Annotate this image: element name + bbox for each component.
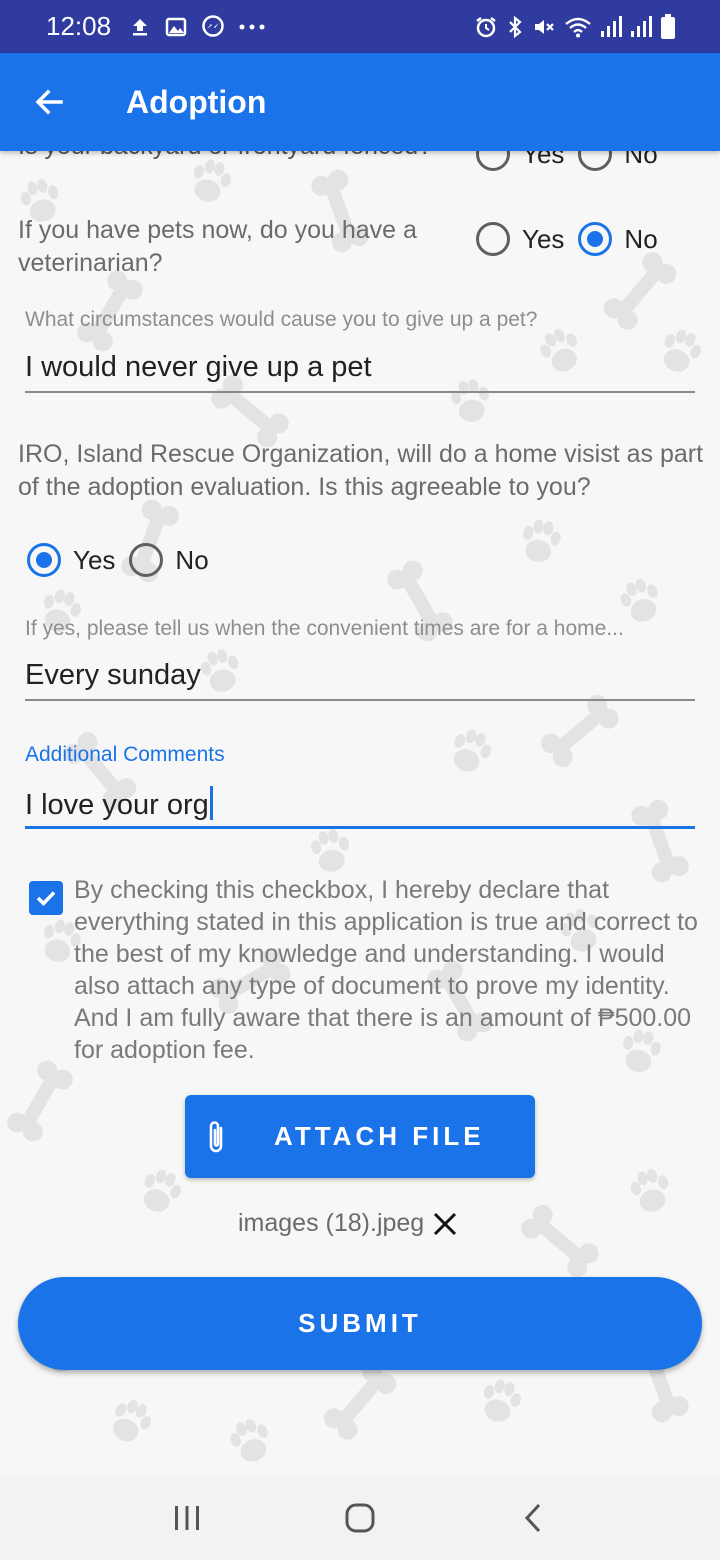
recents-icon[interactable] <box>147 1488 227 1548</box>
question-home-visit: IRO, Island Rescue Organization, will do… <box>18 440 704 501</box>
battery-icon <box>660 13 676 40</box>
giveup-field-label: What circumstances would cause you to gi… <box>25 308 538 331</box>
radio-homevisit-no[interactable] <box>129 543 164 577</box>
radio-vet-no-label: No <box>624 223 658 254</box>
radio-fenced-no[interactable] <box>578 151 613 171</box>
upload-icon <box>129 16 151 38</box>
page-title: Adoption <box>126 83 267 120</box>
app-bar: Adoption <box>0 53 720 151</box>
radio-fenced-yes-label: Yes <box>522 151 565 169</box>
giveup-field[interactable]: I would never give up a pet <box>25 351 372 384</box>
comments-field-value: I love your org <box>25 789 209 821</box>
mute-icon <box>532 15 556 39</box>
messenger-icon <box>201 14 225 39</box>
alarm-icon <box>474 15 498 39</box>
attached-file-row: images (18).jpeg <box>238 1209 458 1238</box>
radio-group-home-visit: Yes No <box>27 543 223 577</box>
radio-group-veterinarian: Yes No <box>476 222 672 256</box>
question-veterinarian: If you have pets now, do you have a vete… <box>18 216 417 277</box>
close-icon <box>434 1212 457 1235</box>
signal-icon <box>630 15 652 39</box>
radio-vet-no[interactable] <box>578 222 613 256</box>
status-time: 12:08 <box>46 11 112 41</box>
comments-field-underline <box>25 826 695 829</box>
declaration-text: By checking this checkbox, I hereby decl… <box>74 876 698 1064</box>
comments-field-label: Additional Comments <box>25 743 225 766</box>
bluetooth-icon <box>506 15 524 39</box>
radio-fenced-no-label: No <box>624 151 658 169</box>
form-scroll-area[interactable]: Is your backyard or frontyard fenced? Ye… <box>0 151 720 1476</box>
paperclip-icon <box>209 1120 223 1152</box>
times-field-underline <box>25 699 695 701</box>
back-button[interactable] <box>0 53 98 151</box>
radio-homevisit-yes[interactable] <box>27 543 61 577</box>
times-field[interactable]: Every sunday <box>25 659 201 692</box>
radio-vet-yes[interactable] <box>476 222 510 256</box>
radio-fenced-yes[interactable] <box>476 151 510 171</box>
wifi-icon <box>564 15 592 39</box>
times-field-label: If yes, please tell us when the convenie… <box>25 617 624 640</box>
checkmark-icon <box>36 891 56 907</box>
giveup-field-underline <box>25 391 695 393</box>
signal-icon <box>600 15 622 39</box>
comments-field[interactable]: I love your org <box>25 786 213 822</box>
more-icon <box>239 23 265 31</box>
attach-file-label: ATTACH FILE <box>274 1121 485 1151</box>
question-fenced: Is your backyard or frontyard fenced? <box>18 151 458 163</box>
back-icon[interactable] <box>493 1488 573 1548</box>
image-icon <box>165 16 187 38</box>
radio-homevisit-no-label: No <box>175 544 209 575</box>
remove-file-button[interactable] <box>432 1211 458 1237</box>
radio-homevisit-yes-label: Yes <box>73 544 116 575</box>
radio-vet-yes-label: Yes <box>522 223 565 254</box>
attached-file-name: images (18).jpeg <box>238 1209 425 1237</box>
home-icon[interactable] <box>320 1488 400 1548</box>
declaration-checkbox[interactable] <box>29 881 63 915</box>
radio-group-fenced: Yes No <box>476 151 672 171</box>
status-bar: 12:08 <box>0 0 720 53</box>
arrow-left-icon <box>35 89 63 115</box>
status-right-icons <box>474 13 676 40</box>
attach-file-button[interactable]: ATTACH FILE <box>185 1095 535 1178</box>
text-caret <box>209 786 213 820</box>
submit-button[interactable]: SUBMIT <box>18 1277 702 1370</box>
system-nav-bar <box>0 1476 720 1560</box>
